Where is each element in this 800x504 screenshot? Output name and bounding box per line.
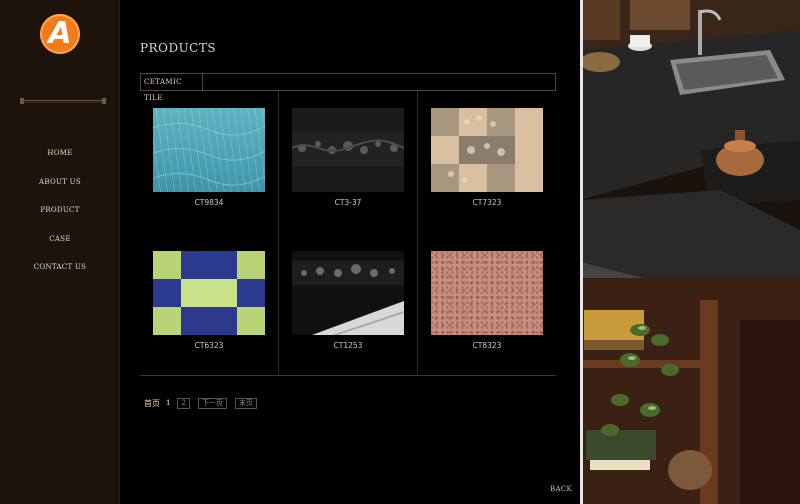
product-thumbnail[interactable] [153, 251, 265, 335]
product-thumbnail[interactable] [292, 251, 404, 335]
pagination: 首页 1 2 下一页 末页 [144, 397, 265, 409]
main-content: PRODUCTS CETAMIC TILE CT9834 CT3-37 CT73… [121, 0, 580, 504]
product-code[interactable]: CT7323 [418, 198, 556, 207]
nav-product[interactable]: PRODUCT [0, 202, 120, 231]
product-code[interactable]: CT9834 [140, 198, 278, 207]
pagination-page-2[interactable]: 2 [177, 397, 190, 409]
nav-contact-us[interactable]: CONTACT US [0, 259, 120, 288]
tab-ceramic-tile[interactable]: CETAMIC TILE [141, 74, 203, 102]
pagination-last[interactable]: 末页 [234, 397, 257, 409]
product-code[interactable]: CT1253 [279, 341, 417, 350]
product-card: CT8323 [418, 234, 556, 376]
product-card: CT1253 [279, 234, 417, 376]
product-code[interactable]: CT8323 [418, 341, 556, 350]
product-code[interactable]: CT6323 [140, 341, 278, 350]
product-code[interactable]: CT3-37 [279, 198, 417, 207]
product-card: CT3-37 [279, 91, 417, 233]
page-title: PRODUCTS [140, 41, 217, 55]
pagination-next[interactable]: 下一页 [197, 397, 227, 409]
logo-letter: A [48, 16, 72, 51]
pagination-current-page: 1 [166, 399, 171, 407]
product-thumbnail[interactable] [153, 108, 265, 192]
back-link[interactable]: BACK [550, 485, 572, 493]
product-thumbnail[interactable] [431, 108, 543, 192]
nav-case[interactable]: CASE [0, 231, 120, 260]
pagination-first[interactable]: 首页 [144, 398, 160, 409]
nav-home[interactable]: HOME [0, 145, 120, 174]
product-card: CT9834 [140, 91, 278, 233]
sidebar: A HOME ABOUT US PRODUCT CASE CONTACT US [0, 0, 120, 504]
main-nav: HOME ABOUT US PRODUCT CASE CONTACT US [0, 145, 120, 288]
kitchen-counter-photo [580, 0, 800, 504]
ornament-divider [20, 98, 106, 104]
product-card: CT6323 [140, 234, 278, 376]
product-grid: CT9834 CT3-37 CT7323 CT6323 CT1253 CT832… [140, 91, 556, 377]
product-thumbnail[interactable] [431, 251, 543, 335]
logo[interactable]: A [40, 14, 80, 54]
product-thumbnail[interactable] [292, 108, 404, 192]
nav-about-us[interactable]: ABOUT US [0, 174, 120, 203]
product-card: CT7323 [418, 91, 556, 233]
category-tab-bar: CETAMIC TILE [140, 73, 556, 102]
